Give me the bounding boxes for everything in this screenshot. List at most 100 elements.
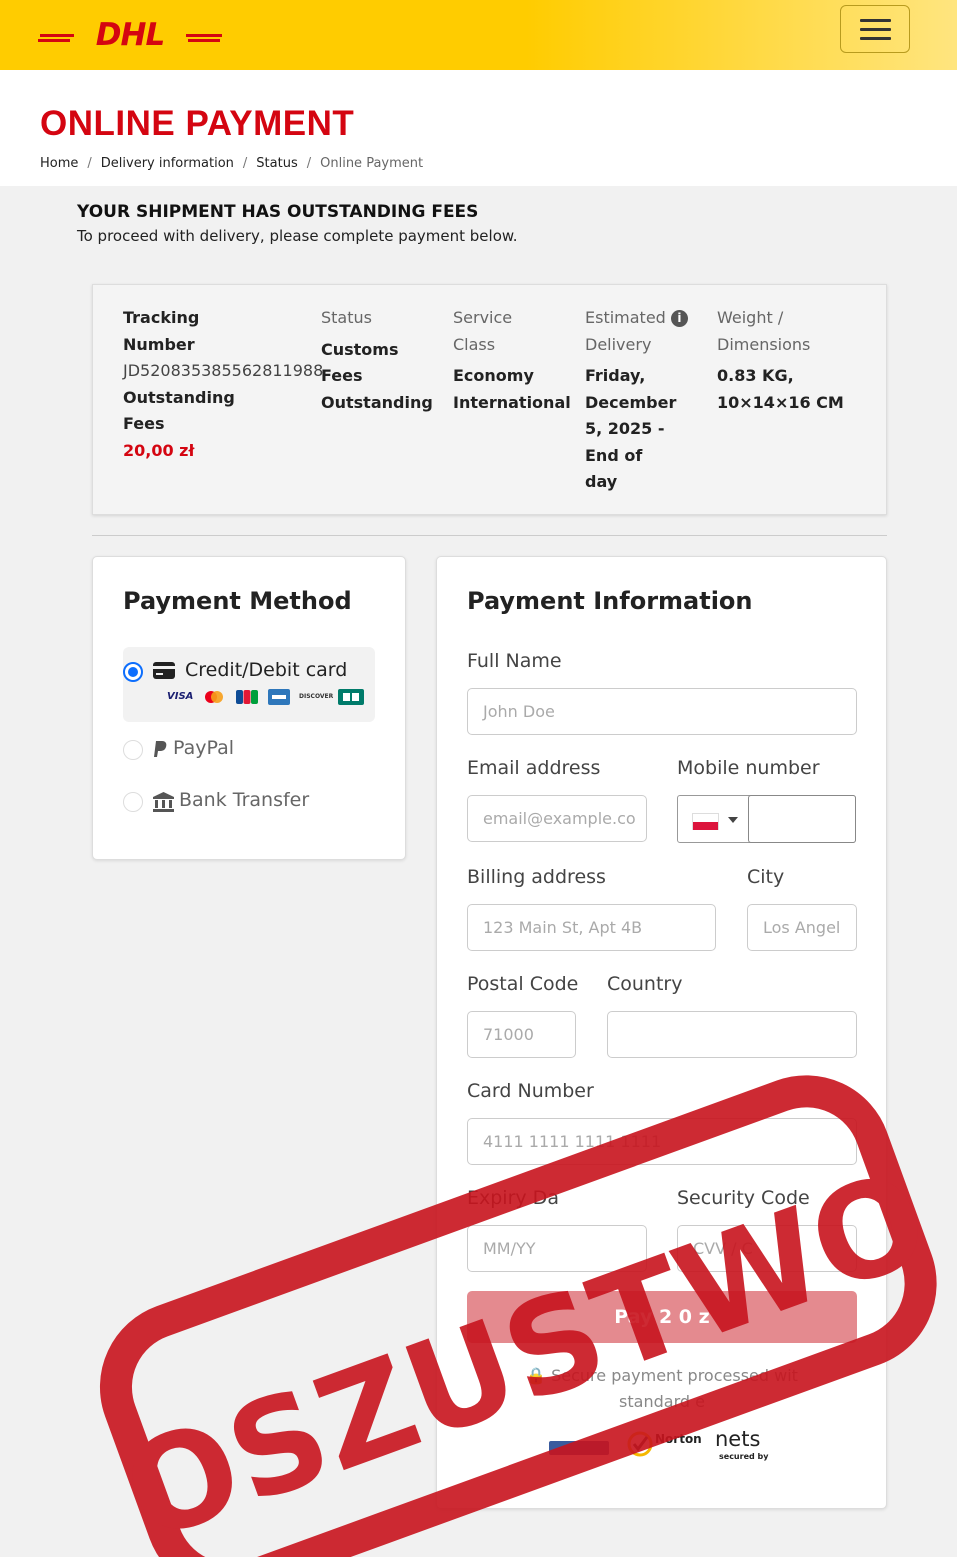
weight-value: 0.83 KG, — [717, 366, 794, 385]
service-column: Service Class Economy International — [453, 305, 578, 416]
dhl-logo[interactable]: DHL — [38, 18, 222, 50]
fees-value: 20,00 zł — [123, 440, 195, 460]
postal-code-label: Postal Code — [467, 973, 579, 995]
radio-bank-transfer[interactable] — [123, 792, 143, 812]
secure-note-text: standard e — [619, 1392, 705, 1411]
delivery-value: 5, 2025 - — [585, 419, 665, 438]
country-label: Country — [607, 973, 683, 995]
fees-label: Fees — [123, 414, 165, 433]
card-number-input[interactable]: 4111 1111 1111 1111 — [467, 1118, 857, 1165]
tracking-label: Number — [123, 334, 195, 354]
mobile-label: Mobile number — [677, 757, 820, 779]
paypal-label: PayPal — [173, 737, 235, 759]
payment-method-card: Payment Method Credit/Debit card VISA DI… — [92, 556, 406, 860]
billing-address-input[interactable]: 123 Main St, Apt 4B — [467, 904, 716, 951]
status-column: Status Customs Fees Outstanding — [321, 305, 441, 416]
paypal-icon — [154, 741, 167, 757]
expiry-date-input[interactable]: MM/YY — [467, 1225, 647, 1272]
nets-badge: nets — [715, 1427, 761, 1451]
visa-icon: VISA — [167, 691, 194, 702]
breadcrumb-home[interactable]: Home — [40, 156, 78, 171]
nets-secured-by: secured by — [719, 1452, 769, 1461]
delivery-value: Friday, — [585, 366, 646, 385]
page-title: ONLINE PAYMENT — [40, 104, 355, 143]
tracking-column: Tracking Number JD520835385562811988 Out… — [123, 305, 323, 464]
norton-check-icon — [627, 1431, 653, 1457]
service-label: Class — [453, 334, 496, 354]
mastercard-icon — [205, 691, 223, 703]
status-value: Customs — [321, 339, 399, 359]
site-header: DHL — [0, 0, 957, 70]
full-name-input[interactable]: John Doe — [467, 688, 857, 735]
service-value: Economy — [453, 366, 534, 385]
delivery-value: December — [585, 392, 677, 412]
security-code-input[interactable]: CVV / C — [677, 1225, 857, 1272]
delivery-value: End of — [585, 445, 643, 465]
city-input[interactable]: Los Angel — [747, 904, 857, 951]
credit-card-icon — [153, 662, 175, 679]
fees-label: Outstanding — [123, 387, 235, 407]
payment-information-card: Payment Information Full Name John Doe E… — [436, 556, 887, 1509]
lock-icon: 🔒 — [526, 1366, 546, 1385]
delivery-label: Delivery — [585, 334, 652, 354]
weight-value: 10×14×16 CM — [717, 392, 844, 412]
payment-method-title: Payment Method — [123, 587, 352, 615]
service-label: Service — [453, 308, 513, 327]
weight-column: Weight / Dimensions 0.83 KG, 10×14×16 CM — [717, 305, 877, 416]
security-code-label: Security Code — [677, 1187, 810, 1209]
notice-text: To proceed with delivery, please complet… — [77, 227, 518, 245]
full-name-label: Full Name — [467, 650, 562, 672]
postal-code-input[interactable]: 71000 — [467, 1011, 576, 1058]
chevron-down-icon — [728, 817, 738, 823]
shipment-summary: Tracking Number JD520835385562811988 Out… — [92, 284, 887, 515]
notice-title: YOUR SHIPMENT HAS OUTSTANDING FEES — [77, 202, 479, 222]
menu-toggle-button[interactable] — [840, 5, 910, 53]
billing-address-label: Billing address — [467, 866, 606, 888]
secure-payment-note: 🔒 Secure payment processed wit standard … — [467, 1363, 857, 1415]
cartes-bancaires-icon — [338, 689, 364, 705]
mobile-input[interactable] — [748, 795, 856, 843]
breadcrumb-status[interactable]: Status — [256, 156, 297, 171]
tracking-label: Tracking — [123, 308, 200, 327]
section-divider — [92, 535, 887, 536]
pay-button[interactable]: Pay 2 0 z — [467, 1291, 857, 1343]
breadcrumb: Home / Delivery information / Status / O… — [40, 156, 424, 171]
delivery-value: day — [585, 472, 618, 491]
amex-icon — [268, 689, 290, 705]
option-credit-card[interactable]: Credit/Debit card VISA DISCOVER — [123, 647, 375, 722]
email-input[interactable]: email@example.co — [467, 795, 647, 842]
radio-paypal[interactable] — [123, 740, 143, 760]
secure-badge-icon — [549, 1441, 609, 1455]
delivery-column: Estimated i Delivery Friday, December 5,… — [585, 305, 705, 496]
card-brand-logos: VISA DISCOVER — [167, 689, 364, 705]
city-label: City — [747, 866, 785, 888]
jcb-icon — [236, 690, 258, 704]
weight-label: Weight / — [717, 308, 784, 327]
weight-label: Dimensions — [717, 334, 811, 354]
status-value: Fees — [321, 366, 363, 385]
poland-flag-icon — [692, 813, 719, 830]
phone-country-select[interactable] — [677, 795, 856, 843]
country-select[interactable] — [607, 1011, 857, 1058]
status-value: Outstanding — [321, 392, 433, 412]
svg-text:DHL: DHL — [96, 18, 164, 50]
status-label: Status — [321, 308, 372, 327]
info-icon[interactable]: i — [670, 310, 688, 327]
service-value: International — [453, 392, 571, 412]
radio-credit-card[interactable] — [123, 662, 143, 682]
bank-transfer-label: Bank Transfer — [179, 789, 310, 811]
discover-icon: DISCOVER — [299, 693, 334, 700]
bank-icon — [153, 792, 174, 812]
email-label: Email address — [467, 757, 601, 779]
title-section: ONLINE PAYMENT Home / Delivery informati… — [0, 70, 957, 186]
security-badges: Norton nets secured by — [537, 1427, 797, 1467]
card-number-label: Card Number — [467, 1080, 594, 1102]
norton-badge: Norton — [655, 1432, 702, 1446]
tracking-number: JD520835385562811988 — [123, 361, 324, 380]
breadcrumb-delivery-information[interactable]: Delivery information — [101, 156, 234, 171]
breadcrumb-current: Online Payment — [320, 156, 424, 171]
secure-note-text: Secure payment processed wit — [551, 1366, 798, 1385]
delivery-label: Estimated — [585, 308, 666, 327]
payment-information-title: Payment Information — [467, 587, 753, 615]
credit-card-label: Credit/Debit card — [185, 659, 348, 681]
